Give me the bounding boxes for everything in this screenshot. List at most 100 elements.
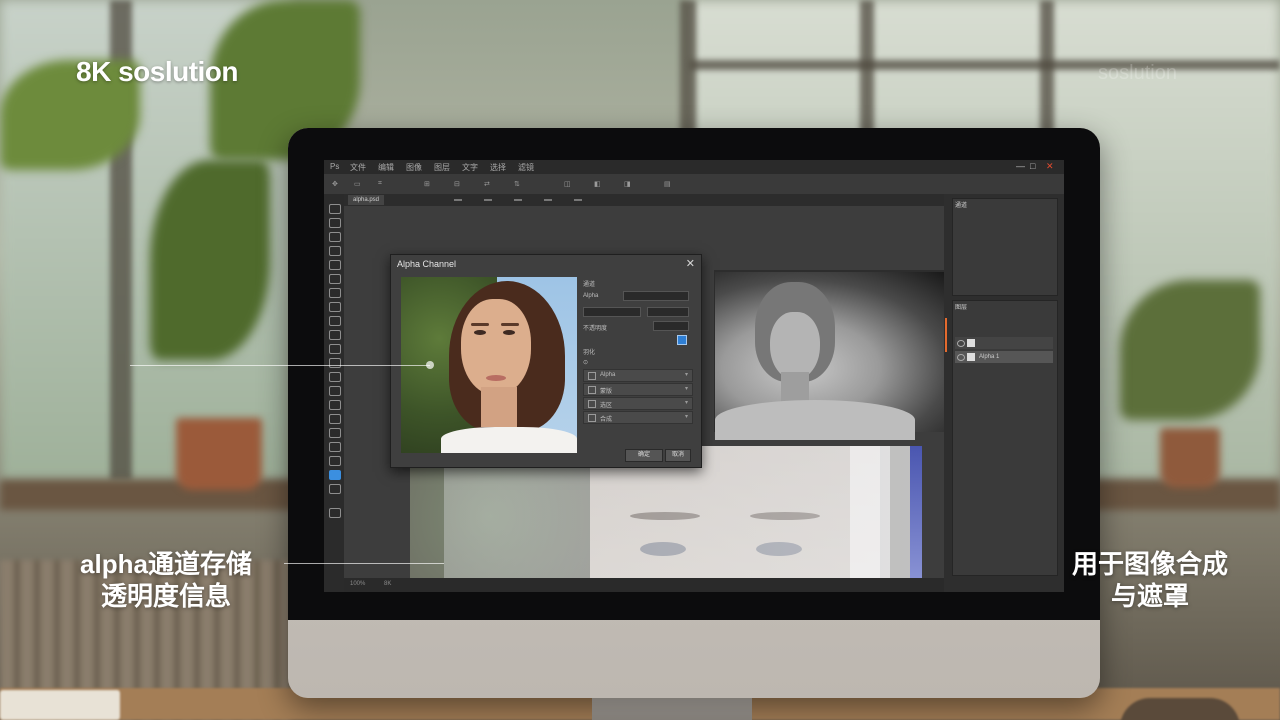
menu-item-type[interactable]: 文字	[462, 162, 478, 173]
layer-row[interactable]	[955, 337, 1053, 349]
options-icon[interactable]: ◨	[624, 180, 631, 188]
cancel-button[interactable]: 取消	[665, 449, 691, 462]
caption-right: 用于图像合成 与遮罩	[1060, 548, 1240, 612]
eraser-tool[interactable]	[329, 344, 341, 354]
option-row[interactable]: 合成 ▾	[583, 411, 693, 424]
options-icon[interactable]: ◫	[564, 180, 571, 188]
menu-item-filter[interactable]: 滤镜	[518, 162, 534, 173]
shape-tool[interactable]	[329, 442, 341, 452]
document-tab[interactable]: alpha.psd	[348, 195, 385, 205]
layers-tab[interactable]: 图层	[955, 302, 967, 311]
option-row[interactable]: 蒙版 ▾	[583, 383, 693, 396]
healing-tool[interactable]	[329, 288, 341, 298]
blur-tool[interactable]	[329, 372, 341, 382]
visibility-icon[interactable]	[957, 340, 965, 347]
dialog-close-icon[interactable]: ✕	[686, 257, 695, 270]
monitor: Ps 文件 编辑 图像 图层 文字 选择 滤镜 — □ ✕ ✥ ▭ ⌗ ⊞ ⊟ …	[288, 128, 1100, 698]
options-icon[interactable]: ⊞	[424, 180, 430, 188]
brush-tool[interactable]	[329, 302, 341, 312]
tools-panel	[324, 194, 344, 592]
crop-tool[interactable]	[329, 260, 341, 270]
monitor-stand	[592, 698, 752, 720]
options-icon[interactable]: ⌗	[378, 180, 382, 188]
menu-logo[interactable]: Ps	[330, 162, 339, 171]
row-icon	[588, 386, 596, 394]
options-icon[interactable]: ▤	[664, 180, 671, 188]
menu-item-select[interactable]: 选择	[490, 162, 506, 173]
menu-bar: Ps 文件 编辑 图像 图层 文字 选择 滤镜 — □ ✕	[324, 160, 1064, 174]
color-swatch[interactable]	[329, 484, 341, 494]
menu-item-layer[interactable]: 图层	[434, 162, 450, 173]
caption-left-line1: alpha通道存储	[80, 549, 252, 579]
type-tool[interactable]	[329, 414, 341, 424]
value-field[interactable]	[647, 307, 689, 317]
alpha-channel-dialog: Alpha Channel ✕ 通道 Alpha 不透明度 羽化 ⊙ Alpha…	[390, 254, 702, 468]
minimize-button[interactable]: —	[1016, 161, 1025, 171]
move-tool-icon[interactable]: ✥	[332, 180, 338, 188]
active-tool[interactable]	[329, 470, 341, 480]
caption-right-line1: 用于图像合成	[1071, 549, 1228, 579]
plant-pot	[1160, 428, 1220, 488]
alpha-shoulder	[715, 400, 915, 440]
option-row[interactable]: 选区 ▾	[583, 397, 693, 410]
ok-button[interactable]: 确定	[625, 449, 663, 462]
alpha-label: Alpha	[583, 293, 599, 299]
option-row[interactable]: Alpha ▾	[583, 369, 693, 382]
channel-select[interactable]	[623, 291, 689, 301]
options-bar: ✥ ▭ ⌗ ⊞ ⊟ ⇄ ⇅ ◫ ◧ ◨ ▤	[324, 174, 1064, 195]
photo-eye	[503, 330, 515, 335]
brand-title: 8K soslution	[76, 56, 239, 87]
menu-item-file[interactable]: 文件	[350, 162, 366, 173]
photo-brow	[471, 323, 489, 326]
dialog-controls: 通道 Alpha 不透明度 羽化 ⊙ Alpha ▾ 蒙版 ▾ 选区 ▾ 合成 …	[583, 277, 693, 427]
opacity-field[interactable]	[653, 321, 689, 331]
channel-name-field[interactable]	[583, 307, 641, 317]
quick-mask-tool[interactable]	[329, 508, 341, 518]
pen-tool[interactable]	[329, 400, 341, 410]
gradient-tool[interactable]	[329, 358, 341, 368]
layer-thumbnail	[967, 353, 975, 361]
options-icon[interactable]: ⊟	[454, 180, 460, 188]
dialog-title: Alpha Channel	[397, 259, 457, 269]
layer-name: Alpha 1	[979, 354, 1000, 360]
options-icon[interactable]: ◧	[594, 180, 601, 188]
canvas-area[interactable]: Alpha Channel ✕ 通道 Alpha 不透明度 羽化 ⊙ Alpha…	[344, 206, 960, 592]
dodge-tool[interactable]	[329, 386, 341, 396]
hand-tool[interactable]	[329, 456, 341, 466]
move-tool[interactable]	[329, 204, 341, 214]
chevron-down-icon: ▾	[684, 400, 688, 406]
close-button[interactable]: ✕	[1046, 161, 1054, 172]
chevron-down-icon: ▾	[684, 386, 688, 392]
plant-leaf	[1120, 280, 1260, 420]
clone-tool[interactable]	[329, 316, 341, 326]
layer-row-selected[interactable]: Alpha 1	[955, 351, 1053, 363]
feather-label: 羽化	[583, 350, 596, 356]
maximize-button[interactable]: □	[1030, 161, 1035, 171]
options-icon[interactable]: ⇅	[514, 180, 520, 188]
row-label: 选区	[600, 403, 613, 409]
leader-line	[284, 563, 444, 564]
path-tool[interactable]	[329, 428, 341, 438]
eyedropper-tool[interactable]	[329, 274, 341, 284]
magic-wand-tool[interactable]	[329, 246, 341, 256]
menu-item-edit[interactable]: 编辑	[378, 162, 394, 173]
options-icon[interactable]: ▭	[354, 180, 361, 188]
tab-indicator	[514, 199, 522, 201]
leader-dot	[426, 361, 434, 369]
checkbox-icon[interactable]	[677, 335, 687, 345]
visibility-icon[interactable]	[957, 354, 965, 361]
row-icon	[588, 400, 596, 408]
document-tabs: alpha.psd	[344, 194, 944, 206]
channel-label: 通道	[583, 282, 596, 288]
menu-item-image[interactable]: 图像	[406, 162, 422, 173]
row-label: 合成	[600, 417, 613, 423]
history-brush-tool[interactable]	[329, 330, 341, 340]
caption-left: alpha通道存储 透明度信息	[66, 548, 266, 612]
caption-right-line2: 与遮罩	[1110, 581, 1189, 611]
lasso-tool[interactable]	[329, 232, 341, 242]
layers-panel: 图层 Alpha 1	[952, 300, 1058, 576]
cup	[1120, 698, 1240, 720]
channels-tab[interactable]: 通道	[955, 200, 967, 209]
options-icon[interactable]: ⇄	[484, 180, 490, 188]
marquee-tool[interactable]	[329, 218, 341, 228]
